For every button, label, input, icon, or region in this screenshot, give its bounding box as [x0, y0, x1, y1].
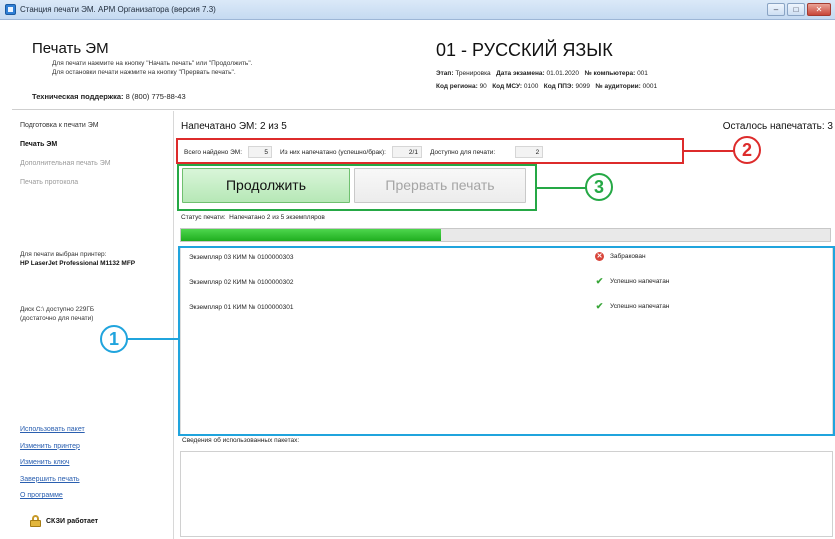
window-title: Станция печати ЭМ. АРМ Организатора (вер… — [20, 5, 216, 14]
printed-label: Из них напечатано (успешно/брак): — [280, 148, 386, 156]
ppe-value: 9099 — [575, 83, 590, 90]
annotation-badge-2: 2 — [733, 136, 761, 164]
stage-value: Тренировка — [455, 70, 491, 77]
found-value: 5 — [248, 146, 272, 158]
copy-name: Экземпляр 03 КИМ № 0100000303 — [189, 254, 294, 261]
print-status-label: Статус печати: — [181, 214, 226, 221]
used-packages-label: Сведения об использованных пакетах: — [182, 437, 300, 444]
lock-icon — [30, 515, 41, 527]
annotation-badge-1: 1 — [100, 325, 128, 353]
printer-name: HP LaserJet Professional M1132 MFP — [20, 260, 136, 267]
support-label: Техническая поддержка: — [32, 92, 124, 101]
sidebar-nav: Подготовка к печати ЭМ Печать ЭМ Дополни… — [20, 122, 111, 198]
exam-meta-row-2: Код региона: 90 Код МСУ: 0100 Код ППЭ: 9… — [436, 83, 657, 90]
computer-label: № компьютера: — [584, 70, 636, 77]
sidebar-links: Использовать пакет Изменить принтер Изме… — [20, 426, 85, 509]
exam-date-label: Дата экзамена: — [496, 70, 545, 77]
copy-status-text: Успешно напечатан — [610, 303, 670, 310]
maximize-button[interactable]: □ — [787, 3, 805, 16]
action-buttons: Продолжить Прервать печать — [180, 166, 530, 206]
available-value: 2 — [515, 146, 544, 158]
check-icon: ✔ — [595, 301, 604, 311]
skzi-status-text: СКЗИ работает — [46, 517, 99, 525]
link-finish-printing[interactable]: Завершить печать — [20, 476, 85, 493]
copy-name: Экземпляр 02 КИМ № 0100000302 — [189, 279, 294, 286]
copy-name: Экземпляр 01 КИМ № 0100000301 — [189, 304, 294, 311]
check-icon: ✔ — [595, 276, 604, 286]
print-progress-bar — [180, 228, 831, 242]
stage-label: Этап: — [436, 70, 454, 77]
msu-value: 0100 — [523, 83, 539, 90]
region-value: 90 — [479, 83, 487, 90]
page-title: Печать ЭМ — [32, 40, 109, 57]
sidebar-item-prepare[interactable]: Подготовка к печати ЭМ — [20, 122, 111, 141]
available-label: Доступно для печати: — [429, 148, 496, 156]
link-use-package[interactable]: Использовать пакет — [20, 426, 85, 443]
sidebar-item-print-protocol: Печать протокола — [20, 179, 79, 186]
print-progress-fill — [181, 229, 441, 241]
list-item[interactable]: Экземпляр 02 КИМ № 0100000302 ✔ Успешно … — [185, 277, 825, 291]
printed-count: Напечатано ЭМ: 2 из 5 — [181, 121, 287, 132]
copy-status-text: Успешно напечатан — [610, 278, 670, 285]
disk-info: Диск C:\ доступно 229ГБ (достаточно для … — [20, 305, 170, 323]
close-button[interactable]: ✕ — [807, 3, 831, 16]
window-controls: – □ ✕ — [767, 3, 831, 16]
link-change-printer[interactable]: Изменить принтер — [20, 443, 85, 460]
skzi-status: СКЗИ работает — [30, 515, 98, 527]
room-value: 0001 — [642, 83, 658, 90]
disk-line-1: Диск C:\ доступно 229ГБ — [20, 306, 95, 313]
app-icon — [5, 4, 16, 15]
remaining-count: Осталось напечатать: 3 — [722, 121, 833, 132]
room-label: № аудитории: — [595, 83, 641, 90]
copies-list[interactable]: Экземпляр 03 КИМ № 0100000303 ✕ Забраков… — [180, 247, 833, 436]
page-header: Печать ЭМ Для печати нажмите на кнопку "… — [12, 20, 835, 110]
support-phone: 8 (800) 775-88-43 — [125, 92, 186, 101]
exam-subject: 01 - РУССКИЙ ЯЗЫК — [436, 40, 613, 60]
window-titlebar: Станция печати ЭМ. АРМ Организатора (вер… — [0, 0, 835, 20]
sidebar: Подготовка к печати ЭМ Печать ЭМ Дополни… — [12, 111, 174, 539]
continue-button[interactable]: Продолжить — [182, 168, 350, 203]
main-panel: Напечатано ЭМ: 2 из 5 Осталось напечатат… — [180, 111, 835, 539]
list-item[interactable]: Экземпляр 01 КИМ № 0100000301 ✔ Успешно … — [185, 302, 825, 316]
print-status: Статус печати: Напечатано 2 из 5 экземпл… — [181, 214, 325, 221]
sidebar-item-print[interactable]: Печать ЭМ — [20, 141, 111, 160]
hint-line-1: Для печати нажмите на кнопку "Начать печ… — [52, 60, 253, 67]
copy-status: ✕ Забракован — [595, 252, 646, 261]
region-label: Код региона: — [436, 83, 478, 90]
exam-date-value: 01.01.2020 — [546, 70, 580, 77]
ppe-label: Код ППЭ: — [543, 83, 574, 90]
list-item[interactable]: Экземпляр 03 КИМ № 0100000303 ✕ Забраков… — [185, 252, 825, 266]
sidebar-item-additional-print: Дополнительная печать ЭМ — [20, 160, 111, 167]
computer-value: 001 — [637, 70, 648, 77]
copy-status: ✔ Успешно напечатан — [595, 276, 670, 286]
support-info: Техническая поддержка: 8 (800) 775-88-43 — [32, 92, 186, 101]
link-about[interactable]: О программе — [20, 492, 85, 509]
link-change-key[interactable]: Изменить ключ — [20, 459, 85, 476]
hint-line-2: Для остановки печати нажмите на кнопку "… — [52, 69, 236, 76]
minimize-button[interactable]: – — [767, 3, 785, 16]
disk-line-2: (достаточно для печати) — [20, 315, 94, 322]
copy-status-text: Забракован — [610, 253, 646, 260]
reject-icon: ✕ — [595, 252, 604, 261]
found-label: Всего найдено ЭМ: — [184, 148, 242, 156]
printer-info: Для печати выбран принтер: HP LaserJet P… — [20, 250, 180, 268]
msu-label: Код МСУ: — [492, 83, 523, 90]
copy-status: ✔ Успешно напечатан — [595, 301, 670, 311]
annotation-badge-3: 3 — [585, 173, 613, 201]
exam-meta-row-1: Этап: Тренировка Дата экзамена: 01.01.20… — [436, 70, 648, 77]
print-status-value: Напечатано 2 из 5 экземпляров — [229, 214, 325, 221]
counters-row: Всего найдено ЭМ: 5 Из них напечатано (у… — [180, 141, 675, 163]
used-packages-box[interactable] — [180, 451, 833, 537]
stop-print-button: Прервать печать — [354, 168, 526, 203]
printer-label: Для печати выбран принтер: — [20, 251, 107, 258]
printed-value: 2/1 — [391, 146, 422, 158]
